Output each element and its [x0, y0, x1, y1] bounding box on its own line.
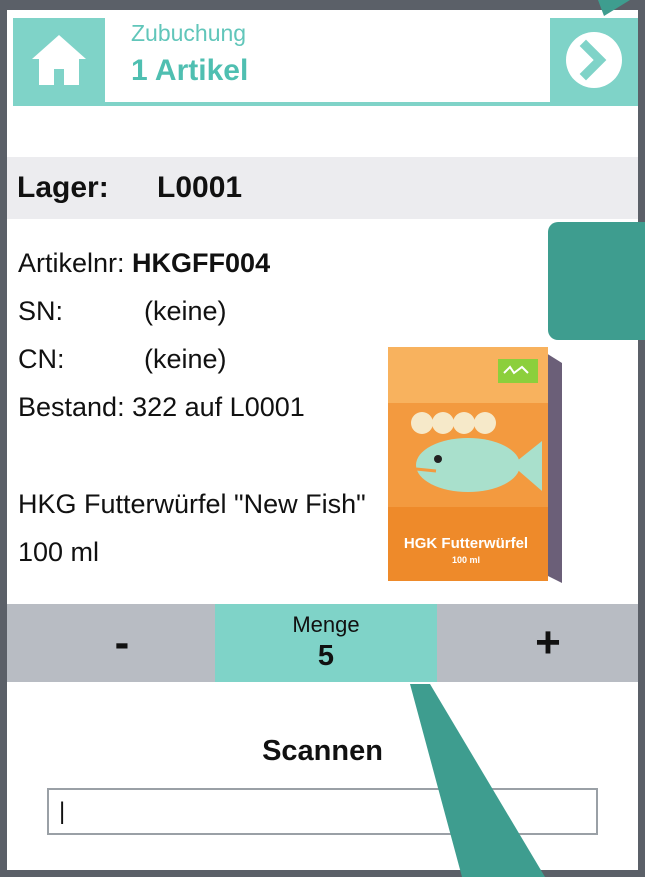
cn-row: CN: (keine) [18, 344, 227, 375]
bestand-row: Bestand: 322 auf L0001 [18, 392, 305, 423]
article-number-row: Artikelnr: HKGFF004 [18, 248, 270, 279]
sn-value: (keine) [144, 296, 227, 326]
header: Zubuchung 1 Artikel [7, 10, 638, 106]
product-image-subtext: 100 ml [451, 555, 481, 565]
next-button[interactable] [550, 18, 638, 102]
chevron-right-circle-icon [566, 32, 622, 88]
home-button[interactable] [13, 18, 105, 102]
lager-label: Lager: [17, 171, 109, 204]
lager-value: L0001 [157, 171, 243, 204]
article-number-label: Artikelnr: [18, 248, 125, 278]
article-number-value: HKGFF004 [132, 248, 271, 278]
screen-subtitle: Zubuchung [131, 20, 247, 46]
bestand-value: 322 auf L0001 [132, 392, 305, 422]
scan-input[interactable] [47, 788, 598, 835]
article-description: HKG Futterwürfel "New Fish" 100 ml [18, 489, 366, 567]
quantity-value: 5 [317, 640, 335, 672]
quantity-label: Menge [292, 612, 360, 637]
lager-row: Lager: L0001 [7, 157, 638, 219]
home-icon [32, 35, 86, 85]
side-tab[interactable] [548, 222, 645, 340]
scan-title: Scannen [262, 735, 383, 767]
product-image-text: HGK Futterwürfel [403, 535, 529, 552]
screen-title: 1 Artikel [131, 54, 249, 87]
cn-value: (keine) [144, 344, 227, 374]
bestand-label: Bestand: [18, 392, 125, 422]
increase-button[interactable]: + [498, 612, 598, 674]
decrease-button[interactable]: - [72, 612, 172, 674]
sn-label: SN: [18, 296, 64, 326]
cn-label: CN: [18, 344, 65, 374]
quantity-bar: - Menge 5 + [7, 604, 638, 682]
product-image: HGK Futterwürfel 100 ml [386, 345, 570, 585]
quantity-field[interactable]: Menge 5 [215, 604, 437, 682]
sn-row: SN: (keine) [18, 296, 227, 327]
header-separator [13, 102, 638, 106]
